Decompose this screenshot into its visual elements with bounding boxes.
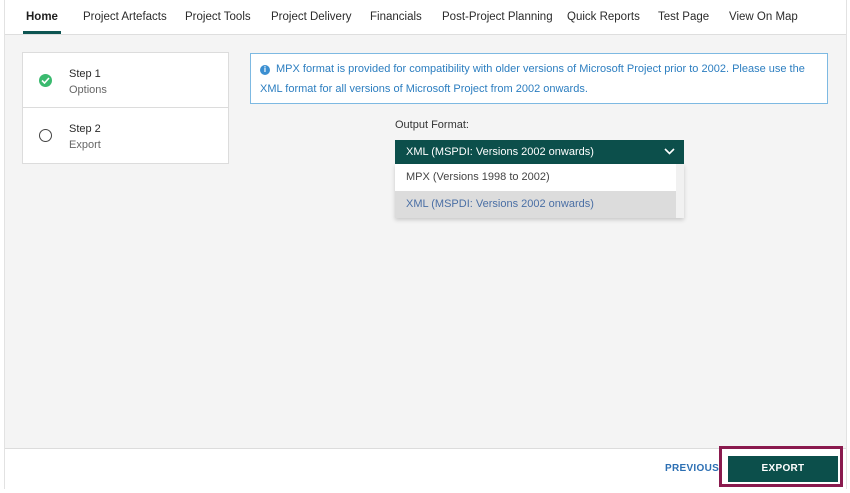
tab-quick-reports[interactable]: Quick Reports: [567, 0, 640, 35]
output-format-dropdown: MPX (Versions 1998 to 2002) XML (MSPDI: …: [395, 164, 684, 218]
step-options[interactable]: Step 1 Options: [23, 53, 228, 108]
tab-home[interactable]: Home: [23, 0, 61, 35]
tab-financials[interactable]: Financials: [370, 0, 422, 35]
app-frame: Home Project Artefacts Project Tools Pro…: [4, 0, 847, 489]
tab-project-artefacts[interactable]: Project Artefacts: [83, 0, 167, 35]
step-title: Step 2: [69, 123, 101, 135]
tab-test-page[interactable]: Test Page: [658, 0, 709, 35]
dropdown-scrollbar[interactable]: [676, 164, 684, 218]
output-format-select[interactable]: XML (MSPDI: Versions 2002 onwards): [395, 140, 684, 164]
step-subtitle: Options: [69, 84, 107, 96]
step-subtitle: Export: [69, 139, 101, 151]
top-navigation: Home Project Artefacts Project Tools Pro…: [5, 0, 846, 35]
info-banner: i MPX format is provided for compatibilit…: [250, 53, 828, 104]
wizard-footer: PREVIOUS EXPORT: [5, 446, 846, 489]
output-format-label: Output Format:: [395, 119, 469, 131]
selected-value: XML (MSPDI: Versions 2002 onwards): [406, 146, 594, 158]
tab-post-project-planning[interactable]: Post-Project Planning: [442, 0, 553, 35]
tab-project-tools[interactable]: Project Tools: [185, 0, 251, 35]
option-xml[interactable]: XML (MSPDI: Versions 2002 onwards): [395, 191, 676, 218]
previous-button[interactable]: PREVIOUS: [665, 463, 719, 474]
option-mpx[interactable]: MPX (Versions 1998 to 2002): [395, 164, 676, 191]
export-button[interactable]: EXPORT: [728, 456, 838, 482]
check-circle-icon: [39, 74, 52, 87]
chevron-down-icon: [664, 148, 675, 155]
wizard-steps: Step 1 Options Step 2 Export: [22, 52, 229, 164]
empty-circle-icon: [39, 129, 52, 142]
tab-project-delivery[interactable]: Project Delivery: [271, 0, 352, 35]
info-text: MPX format is provided for compatibility…: [260, 63, 805, 95]
info-icon: i: [260, 65, 270, 75]
step-title: Step 1: [69, 68, 101, 80]
tab-view-on-map[interactable]: View On Map: [729, 0, 798, 35]
step-export[interactable]: Step 2 Export: [23, 108, 228, 163]
